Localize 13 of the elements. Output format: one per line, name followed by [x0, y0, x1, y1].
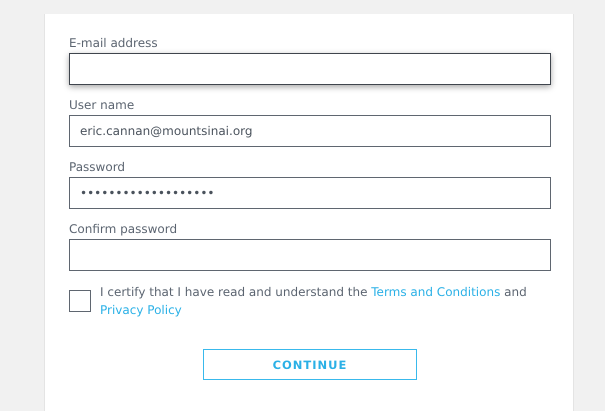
input-field[interactable]: •••••••••••••••••••	[69, 177, 551, 209]
policy-link[interactable]: Terms and Conditions	[371, 285, 500, 299]
continue-button[interactable]: CONTINUE	[203, 349, 417, 380]
agreement-text: I certify that I have read and understand the Terms and Conditions and Privacy Policy	[100, 284, 528, 319]
field-label: E-mail address	[69, 35, 159, 52]
field-label: Password	[69, 159, 126, 176]
input-field[interactable]	[69, 239, 551, 271]
field-label: User name	[69, 97, 136, 114]
field-label: Confirm password	[69, 221, 178, 238]
input-field[interactable]	[69, 53, 551, 85]
input-field[interactable]: eric.cannan@mountsinai.org	[69, 115, 551, 147]
checkbox[interactable]	[69, 290, 91, 312]
policy-link[interactable]: Privacy Policy	[100, 303, 182, 317]
